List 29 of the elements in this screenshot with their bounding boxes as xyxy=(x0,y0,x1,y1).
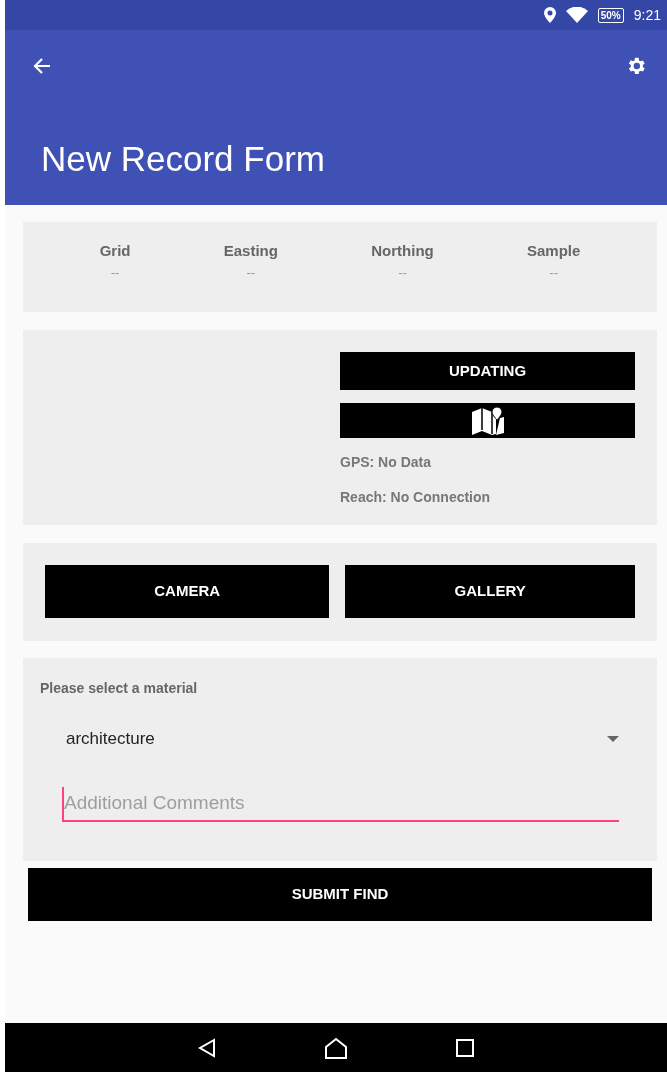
screen-title: New Record Form xyxy=(41,138,326,180)
updating-button[interactable]: UPDATING xyxy=(340,352,635,390)
wifi-icon xyxy=(565,6,588,24)
reach-status: Reach: No Connection xyxy=(340,488,492,507)
column-heading: Grid xyxy=(98,241,132,261)
column-heading: Northing xyxy=(370,241,435,261)
back-arrow-icon[interactable] xyxy=(33,57,51,75)
dropdown-caret-icon xyxy=(607,736,619,742)
column-value: -- xyxy=(109,263,121,282)
column-heading: Easting xyxy=(222,241,279,261)
comments-field[interactable]: Additional Comments xyxy=(62,787,619,822)
back-nav-icon[interactable] xyxy=(198,1037,216,1058)
gps-status: GPS: No Data xyxy=(340,453,432,472)
location-icon xyxy=(543,7,556,23)
column-value: -- xyxy=(397,263,408,282)
submit-button[interactable]: SUBMIT FIND xyxy=(28,868,652,921)
clock: 9:21 xyxy=(633,5,661,25)
home-nav-icon[interactable] xyxy=(324,1036,348,1059)
column-heading: Sample xyxy=(526,241,582,261)
map-button[interactable] xyxy=(340,403,635,438)
battery-indicator: 50% xyxy=(597,7,624,23)
map-icon xyxy=(470,405,505,436)
material-label: Please select a material xyxy=(40,679,199,698)
recents-nav-icon[interactable] xyxy=(456,1038,474,1057)
material-dropdown[interactable]: architecture xyxy=(66,719,619,759)
photo-button[interactable]: CAMERA xyxy=(45,565,330,618)
column-value: -- xyxy=(245,263,257,282)
column-value: -- xyxy=(548,263,559,282)
photo-button[interactable]: GALLERY xyxy=(345,565,635,618)
